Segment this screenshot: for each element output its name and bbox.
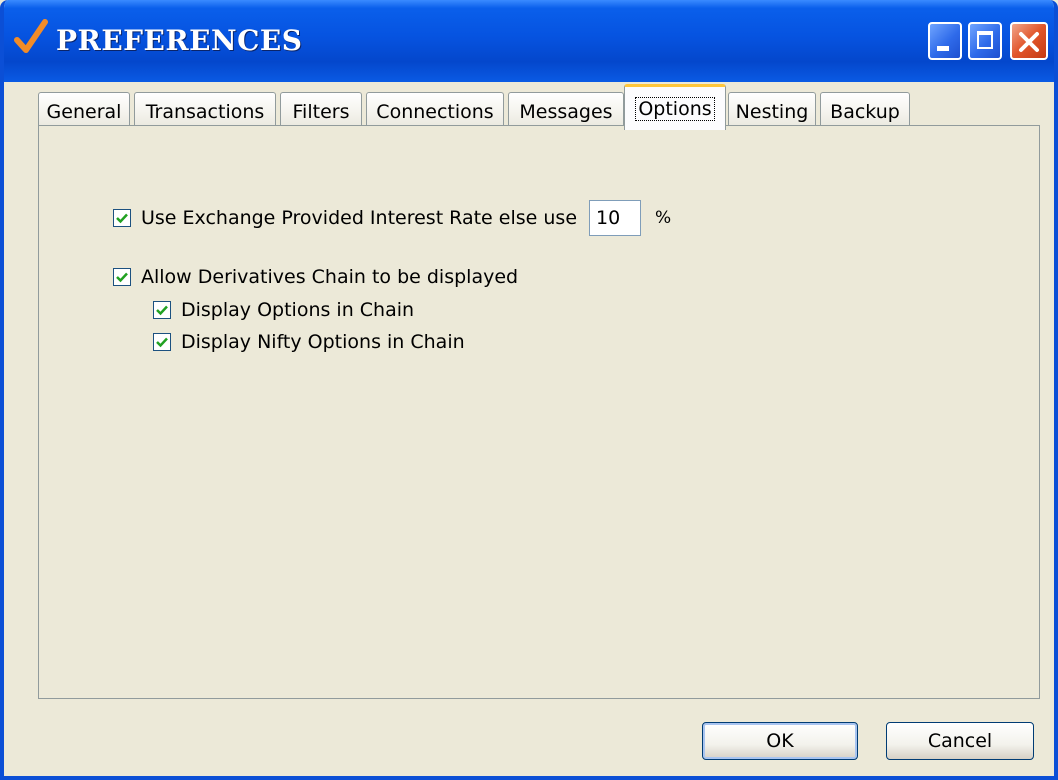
- preferences-window: PREFERENCES General Transactions Filters…: [0, 0, 1058, 780]
- derivatives-chain-label: Allow Derivatives Chain to be displayed: [141, 266, 519, 288]
- display-nifty-checkbox[interactable]: [153, 333, 171, 351]
- interest-rate-label: Use Exchange Provided Interest Rate else…: [141, 207, 578, 229]
- tab-options[interactable]: Options: [624, 84, 726, 130]
- percent-label: %: [655, 208, 672, 228]
- interest-rate-row: Use Exchange Provided Interest Rate else…: [113, 198, 671, 238]
- tab-label: General: [46, 100, 122, 123]
- tab-label: Backup: [830, 100, 900, 123]
- derivatives-chain-row: Allow Derivatives Chain to be displayed: [113, 264, 518, 290]
- close-icon: [1019, 32, 1039, 52]
- checkmark-icon: [116, 272, 128, 283]
- derivatives-chain-checkbox[interactable]: [113, 268, 131, 286]
- cancel-button[interactable]: Cancel: [886, 722, 1034, 760]
- display-options-row: Display Options in Chain: [153, 297, 414, 323]
- maximize-button[interactable]: [968, 22, 1002, 60]
- interest-rate-input[interactable]: [589, 200, 642, 236]
- minimize-button[interactable]: [928, 22, 962, 60]
- display-nifty-row: Display Nifty Options in Chain: [153, 329, 465, 355]
- checkmark-icon: [14, 19, 48, 53]
- title-bar[interactable]: PREFERENCES: [4, 0, 1054, 82]
- tab-label: Messages: [519, 100, 613, 123]
- display-options-label: Display Options in Chain: [181, 299, 415, 321]
- checkmark-icon: [156, 337, 168, 348]
- minimize-icon: [937, 46, 949, 51]
- tab-label: Options: [635, 96, 715, 121]
- maximize-icon: [977, 31, 993, 49]
- close-button[interactable]: [1010, 22, 1048, 60]
- options-panel: Use Exchange Provided Interest Rate else…: [38, 125, 1040, 699]
- checkmark-icon: [116, 213, 128, 224]
- checkmark-icon: [156, 305, 168, 316]
- interest-rate-checkbox[interactable]: [113, 209, 131, 227]
- ok-button[interactable]: OK: [702, 722, 858, 760]
- tab-label: Nesting: [735, 100, 809, 123]
- tab-label: Connections: [376, 100, 494, 123]
- tab-label: Transactions: [145, 100, 265, 123]
- display-nifty-label: Display Nifty Options in Chain: [181, 331, 465, 353]
- window-title: PREFERENCES: [56, 24, 303, 57]
- tab-label: Filters: [292, 100, 350, 123]
- display-options-checkbox[interactable]: [153, 301, 171, 319]
